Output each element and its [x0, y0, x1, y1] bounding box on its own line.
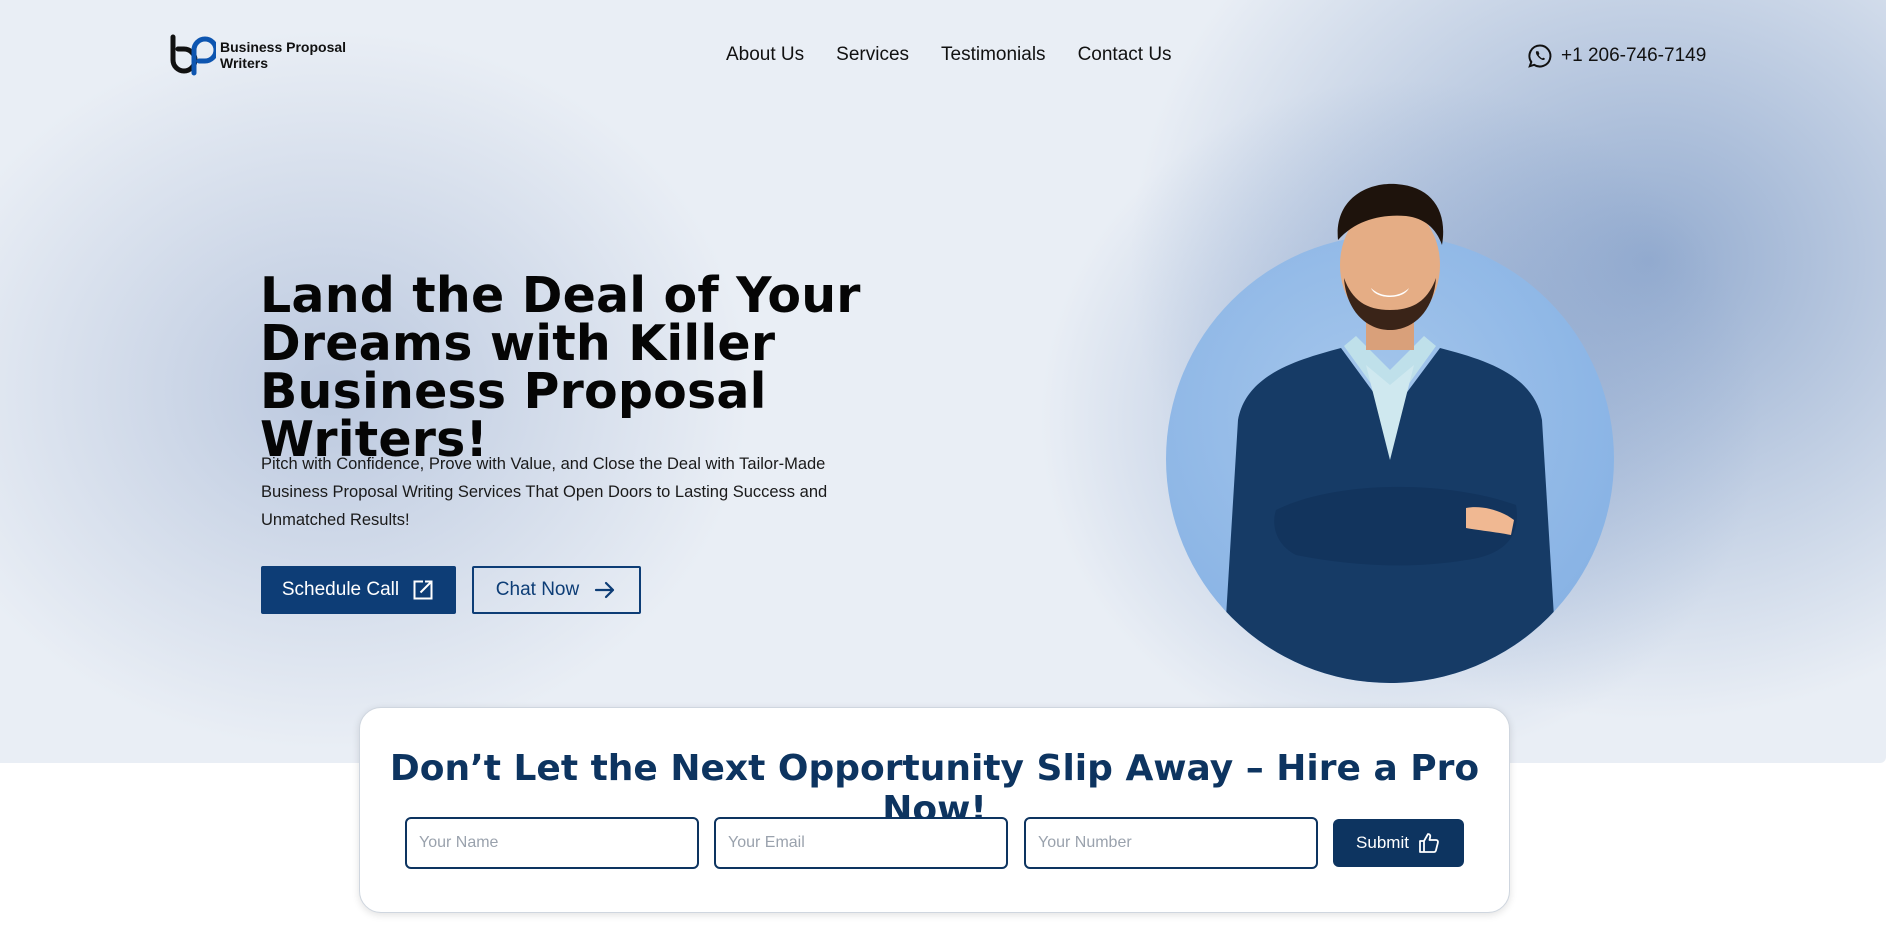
- nav-services[interactable]: Services: [836, 44, 909, 66]
- phone-link[interactable]: +1 206-746-7149: [1527, 43, 1706, 69]
- thumbs-up-icon: [1419, 833, 1439, 853]
- hero-headline: Land the Deal of Your Dreams with Killer…: [260, 267, 861, 468]
- logo-text-line1: Business Proposal: [220, 39, 347, 55]
- logo-text-line2: Writers: [220, 55, 268, 71]
- arrow-right-icon: [595, 581, 615, 599]
- bp-logo-icon: [170, 34, 216, 76]
- name-input[interactable]: [405, 817, 699, 869]
- cta-card: Don’t Let the Next Opportunity Slip Away…: [359, 707, 1510, 913]
- logo-text: Business Proposal Writers: [220, 39, 346, 71]
- nav-testimonials[interactable]: Testimonials: [941, 44, 1046, 66]
- hero-section: Business Proposal Writers About Us Servi…: [0, 0, 1886, 763]
- nav-contact-us[interactable]: Contact Us: [1078, 44, 1172, 66]
- submit-button[interactable]: Submit: [1333, 819, 1464, 867]
- email-input[interactable]: [714, 817, 1008, 869]
- logo[interactable]: Business Proposal Writers: [168, 34, 346, 76]
- businessman-photo: [1222, 183, 1558, 683]
- number-input[interactable]: [1024, 817, 1318, 869]
- main-nav: About Us Services Testimonials Contact U…: [726, 44, 1172, 66]
- nav-about-us[interactable]: About Us: [726, 44, 804, 66]
- chat-now-label: Chat Now: [495, 579, 580, 600]
- schedule-call-label: Schedule Call: [281, 579, 400, 600]
- chat-now-button[interactable]: Chat Now: [472, 566, 641, 614]
- hero-subtext: Pitch with Confidence, Prove with Value,…: [261, 455, 828, 529]
- whatsapp-icon: [1528, 44, 1552, 68]
- phone-number: +1 206-746-7149: [1561, 45, 1707, 66]
- submit-label: Submit: [1356, 833, 1409, 852]
- external-link-icon: [413, 580, 433, 600]
- schedule-call-button[interactable]: Schedule Call: [261, 566, 456, 614]
